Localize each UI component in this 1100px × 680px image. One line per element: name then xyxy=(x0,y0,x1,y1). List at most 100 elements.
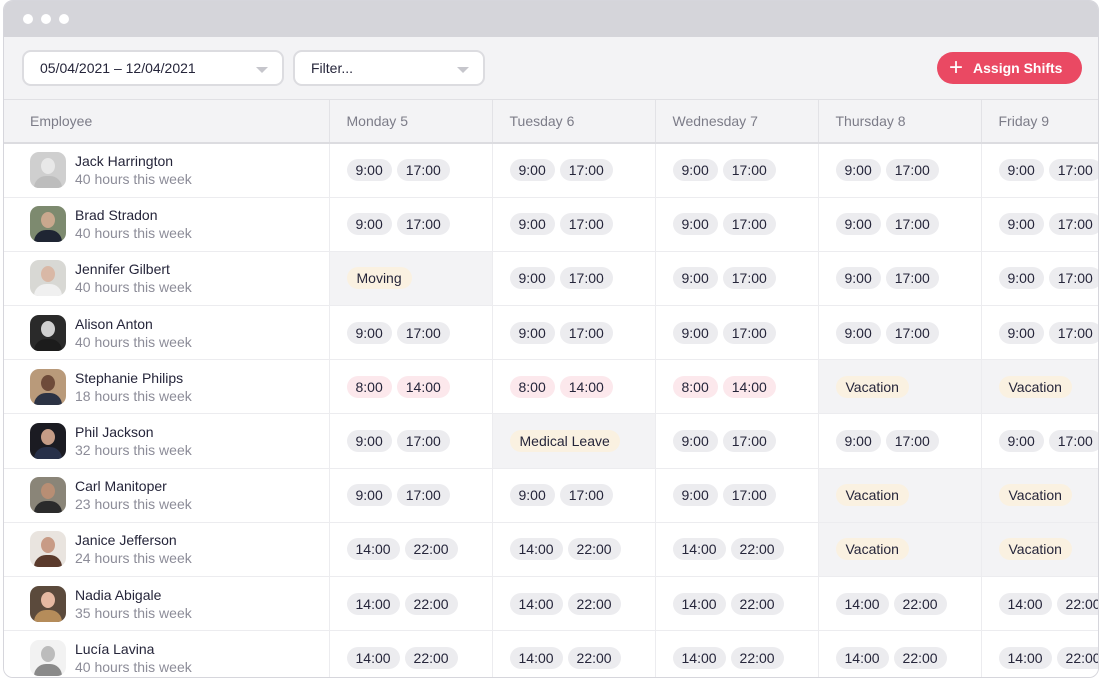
column-header-day[interactable]: Thursday 8 xyxy=(818,100,982,144)
shift-start-time[interactable]: 9:00 xyxy=(509,213,555,236)
shift-end-time[interactable]: 17:00 xyxy=(1048,321,1098,344)
employee-cell[interactable]: Nadia Abigale 35 hours this week xyxy=(4,576,330,632)
shift-cell[interactable]: 14:00 22:00 xyxy=(329,522,493,578)
shift-start-time[interactable]: 9:00 xyxy=(998,213,1044,236)
shift-cell[interactable]: 9:00 17:00 xyxy=(655,143,819,198)
employee-cell[interactable]: Stephanie Philips 18 hours this week xyxy=(4,359,330,415)
absence-badge[interactable]: Vacation xyxy=(835,484,909,507)
shift-end-time[interactable]: 17:00 xyxy=(722,430,776,453)
shift-end-time[interactable]: 22:00 xyxy=(567,646,621,669)
shift-cell[interactable]: 9:00 17:00 xyxy=(329,197,493,252)
shift-end-time[interactable]: 17:00 xyxy=(396,430,450,453)
shift-cell[interactable]: 9:00 17:00 xyxy=(818,197,982,252)
shift-start-time[interactable]: 9:00 xyxy=(998,321,1044,344)
shift-cell[interactable]: 9:00 17:00 xyxy=(492,468,656,523)
shift-end-time[interactable]: 17:00 xyxy=(722,484,776,507)
shift-start-time[interactable]: 9:00 xyxy=(998,267,1044,290)
employee-cell[interactable]: Jennifer Gilbert 40 hours this week xyxy=(4,251,330,307)
shift-start-time[interactable]: 9:00 xyxy=(998,430,1044,453)
absence-badge[interactable]: Vacation xyxy=(998,484,1072,507)
shift-cell[interactable]: 14:00 22:00 xyxy=(981,630,1098,677)
shift-end-time[interactable]: 22:00 xyxy=(567,592,621,615)
shift-end-time[interactable]: 17:00 xyxy=(1048,213,1098,236)
shift-end-time[interactable]: 17:00 xyxy=(396,321,450,344)
shift-end-time[interactable]: 14:00 xyxy=(559,375,613,398)
shift-cell[interactable]: 14:00 22:00 xyxy=(329,576,493,632)
shift-start-time[interactable]: 9:00 xyxy=(509,321,555,344)
shift-cell[interactable]: Vacation xyxy=(818,468,982,523)
date-range-select[interactable]: 05/04/2021 – 12/04/2021 xyxy=(22,50,284,86)
shift-start-time[interactable]: 9:00 xyxy=(835,430,881,453)
shift-cell[interactable]: 14:00 22:00 xyxy=(492,576,656,632)
shift-end-time[interactable]: 17:00 xyxy=(396,484,450,507)
employee-cell[interactable]: Lucía Lavina 40 hours this week xyxy=(4,630,330,677)
shift-cell[interactable]: 9:00 17:00 xyxy=(492,305,656,361)
shift-end-time[interactable]: 17:00 xyxy=(559,213,613,236)
shift-cell[interactable]: 9:00 17:00 xyxy=(329,143,493,198)
shift-end-time[interactable]: 17:00 xyxy=(885,430,939,453)
column-header-day[interactable]: Tuesday 6 xyxy=(492,100,656,144)
column-header-employee[interactable]: Employee xyxy=(4,100,330,144)
shift-cell[interactable]: Vacation xyxy=(818,359,982,415)
shift-cell[interactable]: 14:00 22:00 xyxy=(818,630,982,677)
shift-end-time[interactable]: 17:00 xyxy=(722,321,776,344)
shift-start-time[interactable]: 9:00 xyxy=(672,484,718,507)
column-header-day[interactable]: Wednesday 7 xyxy=(655,100,819,144)
absence-badge[interactable]: Vacation xyxy=(835,538,909,561)
shift-end-time[interactable]: 22:00 xyxy=(1056,592,1098,615)
shift-start-time[interactable]: 14:00 xyxy=(509,538,563,561)
shift-cell[interactable]: 9:00 17:00 xyxy=(329,305,493,361)
window-control-dot[interactable] xyxy=(23,14,33,24)
employee-cell[interactable]: Brad Stradon 40 hours this week xyxy=(4,197,330,252)
shift-start-time[interactable]: 14:00 xyxy=(672,592,726,615)
shift-cell[interactable]: 14:00 22:00 xyxy=(492,522,656,578)
shift-cell[interactable]: 9:00 17:00 xyxy=(492,197,656,252)
shift-end-time[interactable]: 14:00 xyxy=(722,375,776,398)
shift-start-time[interactable]: 9:00 xyxy=(672,321,718,344)
shift-cell[interactable]: Vacation xyxy=(981,522,1098,578)
shift-cell[interactable]: 8:00 14:00 xyxy=(492,359,656,415)
shift-cell[interactable]: 9:00 17:00 xyxy=(981,305,1098,361)
shift-cell[interactable]: 14:00 22:00 xyxy=(329,630,493,677)
shift-start-time[interactable]: 9:00 xyxy=(346,213,392,236)
shift-end-time[interactable]: 17:00 xyxy=(885,213,939,236)
employee-cell[interactable]: Alison Anton 40 hours this week xyxy=(4,305,330,361)
shift-start-time[interactable]: 9:00 xyxy=(346,484,392,507)
shift-cell[interactable]: 9:00 17:00 xyxy=(818,143,982,198)
shift-end-time[interactable]: 22:00 xyxy=(893,646,947,669)
shift-start-time[interactable]: 9:00 xyxy=(672,213,718,236)
shift-cell[interactable]: 14:00 22:00 xyxy=(981,576,1098,632)
shift-end-time[interactable]: 17:00 xyxy=(885,267,939,290)
shift-cell[interactable]: 9:00 17:00 xyxy=(655,197,819,252)
shift-end-time[interactable]: 22:00 xyxy=(1056,646,1098,669)
shift-end-time[interactable]: 17:00 xyxy=(559,267,613,290)
shift-end-time[interactable]: 14:00 xyxy=(396,375,450,398)
shift-cell[interactable]: 14:00 22:00 xyxy=(492,630,656,677)
shift-cell[interactable]: 9:00 17:00 xyxy=(655,305,819,361)
shift-start-time[interactable]: 8:00 xyxy=(346,375,392,398)
shift-start-time[interactable]: 9:00 xyxy=(672,159,718,182)
shift-start-time[interactable]: 9:00 xyxy=(835,267,881,290)
shift-start-time[interactable]: 14:00 xyxy=(835,646,889,669)
absence-badge[interactable]: Medical Leave xyxy=(509,430,620,453)
shift-start-time[interactable]: 14:00 xyxy=(835,592,889,615)
shift-cell[interactable]: 9:00 17:00 xyxy=(981,197,1098,252)
shift-cell[interactable]: 14:00 22:00 xyxy=(655,630,819,677)
absence-badge[interactable]: Vacation xyxy=(835,375,909,398)
shift-cell[interactable]: 9:00 17:00 xyxy=(818,305,982,361)
shift-cell[interactable]: 9:00 17:00 xyxy=(655,468,819,523)
shift-start-time[interactable]: 9:00 xyxy=(835,159,881,182)
shift-cell[interactable]: 9:00 17:00 xyxy=(818,413,982,469)
shift-cell[interactable]: 9:00 17:00 xyxy=(329,468,493,523)
shift-start-time[interactable]: 9:00 xyxy=(346,159,392,182)
shift-start-time[interactable]: 14:00 xyxy=(346,592,400,615)
shift-end-time[interactable]: 17:00 xyxy=(559,159,613,182)
shift-end-time[interactable]: 22:00 xyxy=(730,646,784,669)
shift-start-time[interactable]: 9:00 xyxy=(346,321,392,344)
assign-shifts-button[interactable]: + Assign Shifts xyxy=(937,52,1082,84)
shift-end-time[interactable]: 17:00 xyxy=(722,159,776,182)
shift-end-time[interactable]: 22:00 xyxy=(404,646,458,669)
shift-start-time[interactable]: 9:00 xyxy=(672,267,718,290)
employee-cell[interactable]: Jack Harrington 40 hours this week xyxy=(4,143,330,198)
shift-start-time[interactable]: 14:00 xyxy=(346,538,400,561)
